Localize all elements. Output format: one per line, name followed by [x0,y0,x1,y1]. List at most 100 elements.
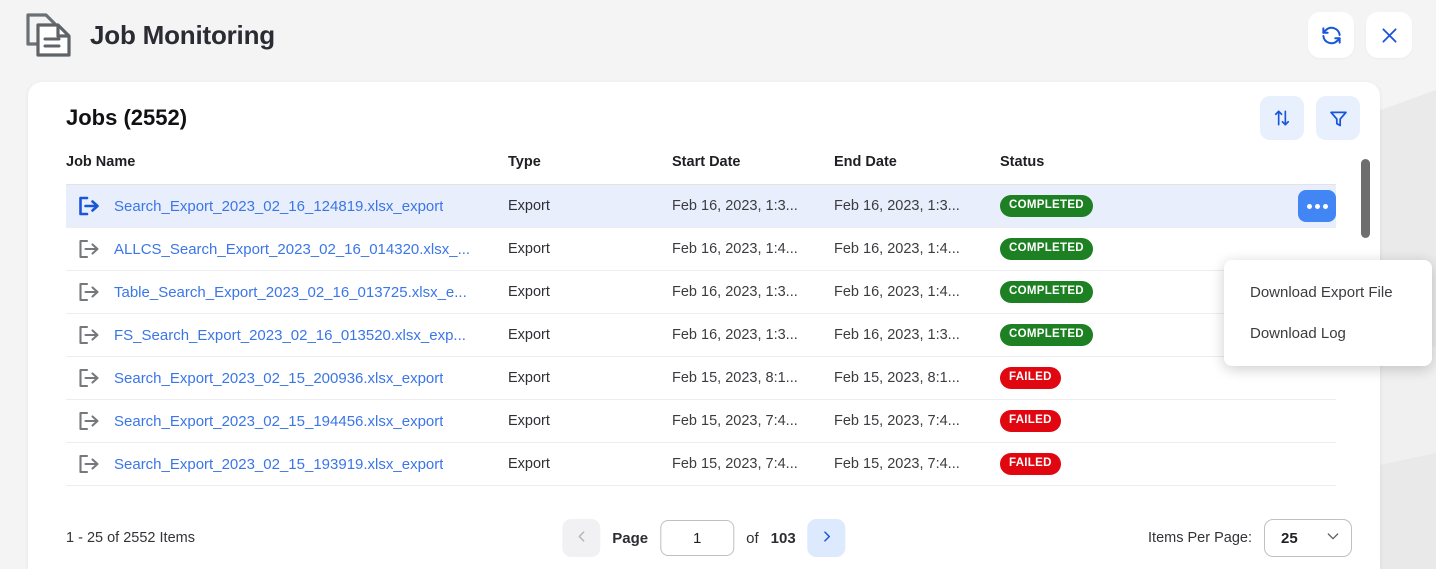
page-number-input[interactable] [660,520,735,556]
app-header: Job Monitoring [0,0,1436,70]
cell-job-name: ALLCS_Search_Export_2023_02_16_014320.xl… [66,227,508,271]
job-name-link[interactable]: Search_Export_2023_02_16_124819.xlsx_exp… [114,198,443,215]
cell-job-name: Search_Export_2023_02_15_194456.xlsx_exp… [66,399,508,443]
export-arrow-icon [76,366,102,390]
end-date-value: Feb 16, 2023, 1:3... [834,198,960,214]
jobs-title: Jobs (2552) [66,105,188,130]
job-type-value: Export [508,370,550,386]
job-type-value: Export [508,456,550,472]
start-date-value: Feb 15, 2023, 8:1... [672,370,798,386]
status-badge: FAILED [1000,367,1061,389]
cell-job-name: Search_Export_2023_02_15_193919.xlsx_exp… [66,442,508,486]
scrollbar-thumb[interactable] [1361,159,1370,238]
jobs-table-container: Job Name Type Start Date End Date Status… [66,154,1370,489]
jobs-table-body: Search_Export_2023_02_16_124819.xlsx_exp… [66,184,1337,486]
start-date-value: Feb 16, 2023, 1:3... [672,284,798,300]
start-date-value: Feb 16, 2023, 1:3... [672,327,798,343]
cell-status: COMPLETED [1000,184,1216,228]
table-row[interactable]: Table_Search_Export_2023_02_16_013725.xl… [66,270,1337,314]
column-header-end-date[interactable]: End Date [834,154,1000,185]
status-badge: FAILED [1000,410,1061,432]
header-actions [1308,12,1412,58]
chevron-down-icon [1325,528,1341,549]
column-header-start-date[interactable]: Start Date [672,154,834,185]
end-date-value: Feb 15, 2023, 8:1... [834,370,960,386]
cell-start-date: Feb 15, 2023, 8:1... [672,356,834,400]
table-header-row: Job Name Type Start Date End Date Status [66,154,1337,185]
cell-type: Export [508,313,672,357]
cell-start-date: Feb 16, 2023, 1:4... [672,227,834,271]
table-row[interactable]: Search_Export_2023_02_16_124819.xlsx_exp… [66,184,1337,228]
end-date-value: Feb 16, 2023, 1:4... [834,284,960,300]
start-date-value: Feb 16, 2023, 1:4... [672,241,798,257]
cell-actions [1216,399,1337,443]
job-name-link[interactable]: ALLCS_Search_Export_2023_02_16_014320.xl… [114,241,470,258]
close-button[interactable] [1366,12,1412,58]
table-row[interactable]: Search_Export_2023_02_15_200936.xlsx_exp… [66,356,1337,400]
job-type-value: Export [508,198,550,214]
next-page-button[interactable] [807,519,846,557]
page-label: Page [612,529,649,547]
menu-item-download-log[interactable]: Download Log [1224,313,1432,354]
jobs-card-header: Jobs (2552) [28,82,1380,154]
cell-status: COMPLETED [1000,227,1216,271]
items-per-page-group: Items Per Page: 25 [1148,519,1352,557]
items-range-label: 1 - 25 of 2552 Items [66,530,195,546]
job-name-link[interactable]: Search_Export_2023_02_15_200936.xlsx_exp… [114,370,443,387]
row-actions-button[interactable] [1298,190,1337,222]
table-row[interactable]: ALLCS_Search_Export_2023_02_16_014320.xl… [66,227,1337,271]
table-row[interactable]: Search_Export_2023_02_15_193919.xlsx_exp… [66,442,1337,486]
cell-start-date: Feb 15, 2023, 7:4... [672,442,834,486]
job-name-link[interactable]: FS_Search_Export_2023_02_16_013520.xlsx_… [114,327,466,344]
chevron-right-icon [819,529,834,547]
cell-status: FAILED [1000,356,1216,400]
job-monitoring-page: Job Monitoring Jobs (2552) Job Name Type… [0,0,1436,569]
items-per-page-select[interactable]: 25 [1264,519,1352,557]
items-per-page-value: 25 [1281,529,1298,547]
refresh-button[interactable] [1308,12,1354,58]
export-arrow-icon [76,194,102,218]
previous-page-button[interactable] [562,519,601,557]
cell-job-name: FS_Search_Export_2023_02_16_013520.xlsx_… [66,313,508,357]
filter-button[interactable] [1316,96,1360,140]
column-header-status[interactable]: Status [1000,154,1337,185]
start-date-value: Feb 15, 2023, 7:4... [672,456,798,472]
items-per-page-label: Items Per Page: [1148,530,1252,546]
total-pages-label: 103 [770,529,796,547]
job-name-link[interactable]: Search_Export_2023_02_15_193919.xlsx_exp… [114,456,443,473]
cell-type: Export [508,356,672,400]
table-row[interactable]: Search_Export_2023_02_15_194456.xlsx_exp… [66,399,1337,443]
export-arrow-icon [76,452,102,476]
start-date-value: Feb 16, 2023, 1:3... [672,198,798,214]
sort-button[interactable] [1260,96,1304,140]
close-icon [1379,25,1400,46]
cell-actions [1216,184,1337,228]
column-header-job-name[interactable]: Job Name [66,154,508,185]
job-name-link[interactable]: Table_Search_Export_2023_02_16_013725.xl… [114,284,467,301]
cell-status: FAILED [1000,442,1216,486]
start-date-value: Feb 15, 2023, 7:4... [672,413,798,429]
menu-item-download-export-file[interactable]: Download Export File [1224,272,1432,313]
cell-actions [1216,442,1337,486]
column-header-type[interactable]: Type [508,154,672,185]
end-date-value: Feb 16, 2023, 1:4... [834,241,960,257]
cell-end-date: Feb 15, 2023, 7:4... [834,442,1000,486]
table-row[interactable]: FS_Search_Export_2023_02_16_013520.xlsx_… [66,313,1337,357]
cell-job-name: Search_Export_2023_02_16_124819.xlsx_exp… [66,184,508,228]
cell-type: Export [508,399,672,443]
status-badge: COMPLETED [1000,195,1093,217]
header-left-group: Job Monitoring [24,12,275,58]
export-arrow-icon [76,323,102,347]
filter-funnel-icon [1328,108,1349,129]
job-name-link[interactable]: Search_Export_2023_02_15_194456.xlsx_exp… [114,413,443,430]
job-type-value: Export [508,284,550,300]
status-badge: COMPLETED [1000,281,1093,303]
documents-icon [24,12,74,58]
end-date-value: Feb 15, 2023, 7:4... [834,456,960,472]
status-badge: COMPLETED [1000,324,1093,346]
pagination-controls: Page of 103 [562,519,846,557]
refresh-icon [1320,24,1343,47]
export-arrow-icon [76,409,102,433]
end-date-value: Feb 16, 2023, 1:3... [834,327,960,343]
cell-end-date: Feb 15, 2023, 8:1... [834,356,1000,400]
